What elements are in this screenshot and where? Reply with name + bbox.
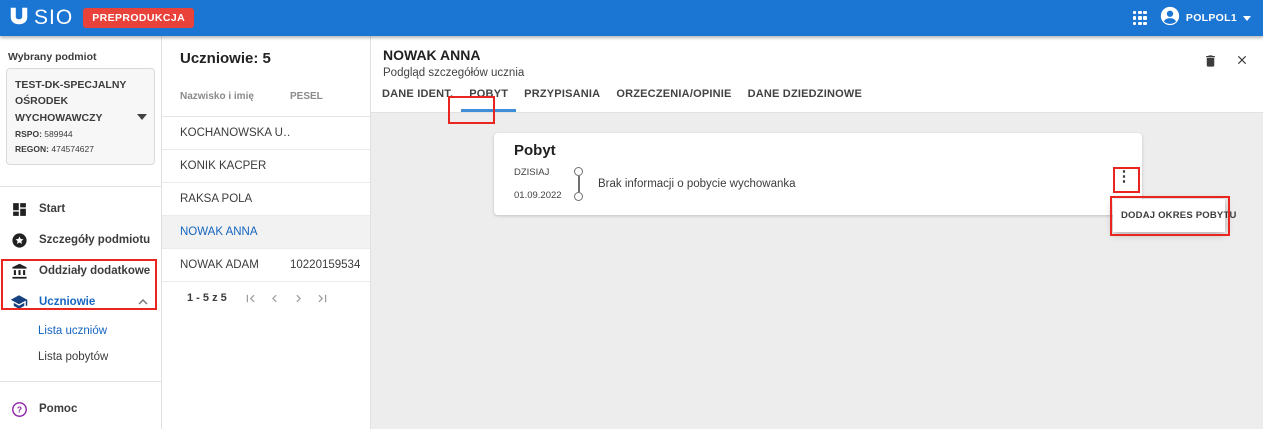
dashboard-icon: [10, 201, 28, 218]
table-row[interactable]: KOCHANOWSKA U…: [162, 117, 370, 150]
tab-pobyt[interactable]: POBYT: [461, 79, 517, 112]
table-row[interactable]: NOWAK ADAM 10220159534: [162, 249, 370, 282]
tab-orzeczenia-opinie[interactable]: ORZECZENIA/OPINIE: [608, 79, 739, 112]
sidebar-item-students[interactable]: Uczniowie: [0, 287, 161, 318]
sio-logo-icon: [8, 5, 30, 32]
stay-card-title: Pobyt: [514, 142, 556, 159]
tab-content-area: Pobyt DZISIAJ 01.09.2022 Brak informacji…: [371, 113, 1263, 429]
avatar-icon: [1160, 6, 1180, 31]
next-page-icon[interactable]: [291, 291, 306, 306]
topbar: SIO PREPRODUKCJA POLPOL1: [0, 0, 1263, 36]
sidebar-item-label: Start: [39, 203, 66, 216]
students-count-title: Uczniowie: 5: [180, 50, 271, 67]
graduation-cap-icon: [10, 293, 28, 311]
sidebar-item-label: Oddziały dodatkowe: [39, 265, 151, 278]
table-header: Nazwisko i imię PESEL: [162, 77, 370, 117]
sidebar-footer-nav: ? Pomoc Instrukcje: [0, 382, 161, 429]
stay-card: Pobyt DZISIAJ 01.09.2022 Brak informacji…: [494, 133, 1142, 215]
sidebar: Wybrany podmiot TEST-DK-SPECJALNY OŚRODE…: [0, 36, 162, 429]
detail-tabs: DANE IDENT. POBYT PRZYPISANIA ORZECZENIA…: [371, 79, 1263, 113]
table-row-selected[interactable]: NOWAK ANNA: [162, 216, 370, 249]
timeline-label-today: DZISIAJ: [514, 167, 550, 178]
timeline-label-date: 01.09.2022: [514, 190, 562, 201]
stay-timeline: DZISIAJ 01.09.2022 Brak informacji o pob…: [514, 167, 796, 201]
bank-icon: [10, 263, 28, 280]
logo-text: SIO: [34, 6, 74, 29]
delete-icon[interactable]: [1203, 53, 1218, 79]
timeline-graphic-icon: [574, 167, 584, 201]
sidebar-item-label: Pomoc: [39, 403, 78, 416]
pagination-range: 1 - 5 z 5: [187, 292, 227, 304]
user-menu[interactable]: POLPOL1: [1160, 6, 1251, 31]
sidebar-subitem-label: Lista uczniów: [38, 324, 108, 337]
sidebar-item-help[interactable]: ? Pomoc: [0, 394, 161, 425]
chevron-up-icon: [138, 296, 148, 308]
star-circle-icon: [10, 232, 28, 249]
last-page-icon[interactable]: [315, 291, 330, 306]
help-icon: ?: [10, 401, 28, 418]
detail-header: NOWAK ANNA Podgląd szczegółów ucznia: [371, 36, 1263, 79]
user-name: POLPOL1: [1185, 12, 1237, 24]
table-row[interactable]: RAKSA POLA: [162, 183, 370, 216]
student-name-title: NOWAK ANNA: [383, 47, 481, 63]
kebab-menu-icon[interactable]: ⋮: [1114, 163, 1134, 188]
close-icon[interactable]: [1235, 53, 1249, 79]
sidebar-item-label: Szczegóły podmiotu: [39, 234, 151, 247]
tab-dane-ident[interactable]: DANE IDENT.: [374, 79, 461, 112]
first-page-icon[interactable]: [243, 291, 258, 306]
environment-badge: PREPRODUKCJA: [83, 8, 195, 28]
sidebar-subitem-label: Lista pobytów: [38, 350, 109, 363]
tab-dane-dziedzinowe[interactable]: DANE DZIEDZINOWE: [740, 79, 870, 112]
svg-text:?: ?: [16, 405, 21, 415]
pagination: 1 - 5 z 5: [162, 282, 370, 314]
detail-subtitle: Podgląd szczegółów ucznia: [383, 67, 525, 79]
chevron-down-icon: [137, 114, 147, 121]
app-window: SIO PREPRODUKCJA POLPOL1 Wybrany podmiot…: [0, 0, 1263, 429]
sidebar-item-start[interactable]: Start: [0, 194, 161, 225]
sidebar-item-label: Uczniowie: [39, 296, 96, 309]
apps-grid-icon[interactable]: [1132, 10, 1147, 26]
entity-selector[interactable]: TEST-DK-SPECJALNY OŚRODEK WYCHOWAWCZY RS…: [6, 68, 155, 165]
stay-empty-message: Brak informacji o pobycie wychowanka: [598, 178, 796, 190]
sidebar-item-additional-departments[interactable]: Oddziały dodatkowe: [0, 256, 161, 287]
topbar-right: POLPOL1: [1132, 6, 1251, 31]
sidebar-item-instructions[interactable]: Instrukcje: [0, 425, 161, 429]
entity-name: TEST-DK-SPECJALNY OŚRODEK WYCHOWAWCZY: [15, 79, 127, 124]
column-header-name: Nazwisko i imię: [180, 91, 254, 102]
students-list-panel: Uczniowie: 5 Nazwisko i imię PESEL KOCHA…: [162, 36, 371, 429]
tab-przypisania[interactable]: PRZYPISANIA: [516, 79, 608, 112]
previous-page-icon[interactable]: [267, 291, 282, 306]
sidebar-item-entity-details[interactable]: Szczegóły podmiotu: [0, 225, 161, 256]
sio-logo[interactable]: SIO: [8, 5, 73, 32]
chevron-down-icon: [1243, 15, 1251, 21]
table-row[interactable]: KONIK KACPER: [162, 150, 370, 183]
sidebar-item-stays-list[interactable]: Lista pobytów: [0, 344, 161, 370]
stay-actions-menu: DODAJ OKRES POBYTU: [1113, 199, 1236, 232]
column-header-pesel: PESEL: [290, 91, 323, 102]
menu-item-add-stay-period[interactable]: DODAJ OKRES POBYTU: [1121, 210, 1237, 221]
sidebar-nav: Start Szczegóły podmiotu Oddziały dodatk…: [0, 187, 161, 370]
student-detail-panel: NOWAK ANNA Podgląd szczegółów ucznia DAN…: [371, 36, 1263, 429]
sidebar-item-students-list[interactable]: Lista uczniów: [0, 318, 161, 344]
entity-rspo: RSPO: 589944: [15, 128, 73, 139]
selected-entity-label: Wybrany podmiot: [8, 51, 97, 63]
entity-regon: REGON: 474574627: [15, 144, 94, 155]
